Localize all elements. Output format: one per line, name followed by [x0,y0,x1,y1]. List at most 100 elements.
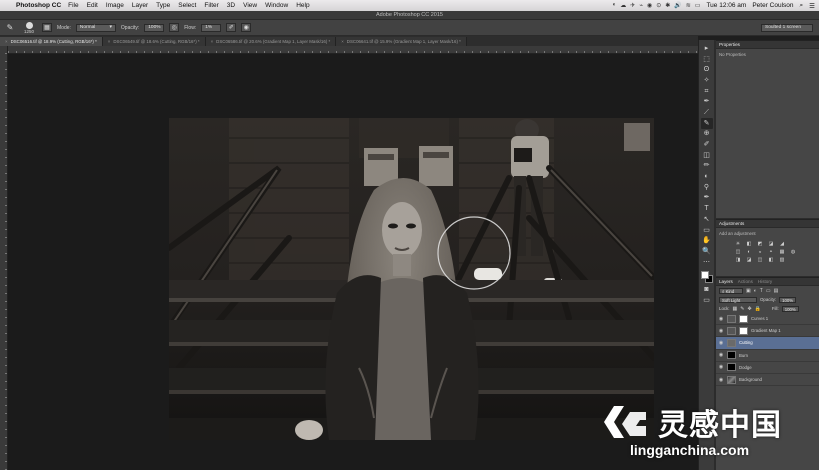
pen-tool-icon[interactable]: ✒ [701,193,713,204]
brush-tool-preset-icon[interactable]: ✎ [4,22,16,33]
layer-row[interactable]: ◉ Background [716,374,819,387]
eye-icon[interactable]: ◉ [718,328,724,334]
hue-saturation-icon[interactable]: ◫ [734,249,742,255]
levels-icon[interactable]: ◧ [745,241,753,247]
eye-icon[interactable]: ◉ [718,377,724,383]
pressure-size-icon[interactable]: ◉ [241,23,252,32]
filter-adjustment-icon[interactable]: ◐ [754,288,757,294]
actions-tab[interactable]: Actions [738,279,753,284]
filter-pixel-icon[interactable]: ▣ [746,288,751,294]
menu-file[interactable]: File [68,2,78,9]
fill-field[interactable]: 100% [781,305,799,312]
blend-mode-select[interactable]: Soft Light [719,296,757,303]
layer-mask-thumbnail[interactable] [739,326,748,335]
opacity-field[interactable]: 100% [144,23,165,32]
filter-type-icon[interactable]: T [760,288,763,294]
clone-stamp-tool-icon[interactable]: ⊕ [701,129,713,140]
history-brush-tool-icon[interactable]: ✐ [701,139,713,150]
layer-row[interactable]: ◉ Burn [716,350,819,362]
layer-row[interactable]: ◉ Curves 1 [716,313,819,326]
bluetooth-icon[interactable]: ✱ [665,2,670,9]
selective-color-icon[interactable]: ▨ [778,257,786,263]
eraser-tool-icon[interactable]: ◫ [701,150,713,161]
posterize-icon[interactable]: ◪ [745,257,753,263]
wifi-icon[interactable]: ≋ [686,2,691,9]
menu-help[interactable]: Help [296,2,309,9]
gradient-map-icon[interactable]: ◧ [767,257,775,263]
layer-mask-thumbnail[interactable] [739,314,748,323]
document-tab-1[interactable]: × DSC06516.tif @ 18.9% (Cutting, RGB/16*)… [0,37,103,46]
black-white-icon[interactable]: ◒ [756,249,764,255]
filter-shape-icon[interactable]: ▭ [766,288,771,294]
eye-icon[interactable]: ◉ [718,340,724,346]
photo-filter-icon[interactable]: ◓ [767,249,775,255]
exposure-icon[interactable]: ◪ [767,241,775,247]
close-tab-icon[interactable]: × [108,39,111,44]
eye-icon[interactable]: ◉ [718,364,724,370]
tray-icon-1[interactable]: ◐ [613,2,617,9]
quick-selection-tool-icon[interactable]: ✧ [701,75,713,86]
layer-opacity-field[interactable]: 100% [779,296,797,303]
invert-icon[interactable]: ◨ [734,257,742,263]
lock-all-icon[interactable]: 🔒 [755,306,761,312]
threshold-icon[interactable]: ◫ [756,257,764,263]
brush-tool-icon[interactable]: ✎ [700,117,713,129]
vibrance-icon[interactable]: ◢ [778,241,786,247]
more-tools-icon[interactable]: ⋯ [701,257,713,268]
brightness-contrast-icon[interactable]: ☀ [734,241,742,247]
menu-edit[interactable]: Edit [87,2,98,9]
menu-layer[interactable]: Layer [132,2,148,9]
document-tab-3[interactable]: × DSC06586.tif @ 20.6% (Gradient Map 1, L… [205,37,337,46]
menu-3d[interactable]: 3D [227,2,235,9]
move-tool-icon[interactable]: ▸ [701,43,713,54]
spotlight-search-icon[interactable]: ⌕ [800,2,804,10]
adjustments-tab[interactable]: Adjustments [719,221,744,226]
menu-image[interactable]: Image [106,2,124,9]
foreground-color-swatch[interactable] [700,271,709,280]
eye-icon[interactable]: ◉ [718,316,724,322]
document-tab-2[interactable]: × DSC06549.tif @ 18.6% (Cutting, RGB/16*)… [102,37,206,46]
zoom-tool-icon[interactable]: 🔍 [701,246,713,257]
channel-mixer-icon[interactable]: ▦ [778,249,786,255]
mode-select[interactable]: Normal ▾ [75,23,116,32]
screen-mode-icon[interactable]: ▭ [701,295,713,306]
gradient-tool-icon[interactable]: ✏ [701,161,713,172]
notification-center-icon[interactable]: ☰ [809,2,815,10]
battery-icon[interactable]: ▭ [695,2,701,9]
dodge-tool-icon[interactable]: ◐ [701,171,713,182]
tray-icon-4[interactable]: ⌁ [639,2,643,9]
rectangle-tool-icon[interactable]: ▭ [701,225,713,236]
close-tab-icon[interactable]: × [211,39,214,44]
lock-pixels-icon[interactable]: ✎ [740,306,744,312]
menu-view[interactable]: View [243,2,257,9]
curves-icon[interactable]: ◩ [756,241,764,247]
menu-select[interactable]: Select [178,2,196,9]
close-tab-icon[interactable]: × [341,39,344,44]
horizontal-ruler[interactable] [8,46,698,54]
color-swatches[interactable] [700,270,714,284]
blur-tool-icon[interactable]: ⚲ [701,182,713,193]
filter-smart-icon[interactable]: ▤ [774,288,779,294]
brush-size-picker[interactable]: 1250 [21,21,37,34]
brush-panel-toggle-icon[interactable]: ▦ [42,23,52,32]
volume-icon[interactable]: 🔊 [674,2,681,9]
healing-brush-tool-icon[interactable]: ⟋ [701,107,713,118]
menu-window[interactable]: Window [265,2,288,9]
color-balance-icon[interactable]: ◐ [745,249,753,255]
quick-mask-icon[interactable]: ◙ [701,284,713,295]
layer-row[interactable]: ◉ Dodge [716,362,819,374]
crop-tool-icon[interactable]: ⌗ [701,86,713,97]
document-tab-4[interactable]: × DSC06641.tif @ 15.9% (Gradient Map 1, L… [336,37,467,46]
canvas-area[interactable] [8,54,698,470]
type-tool-icon[interactable]: T [701,203,713,214]
history-tab[interactable]: History [758,279,772,284]
flow-field[interactable]: 1% [201,23,222,32]
tray-icon-2[interactable]: ☁ [620,2,626,9]
eye-icon[interactable]: ◉ [718,352,724,358]
properties-tab[interactable]: Properties [719,42,740,47]
lock-transparency-icon[interactable]: ▦ [733,306,738,312]
path-selection-tool-icon[interactable]: ↖ [701,214,713,225]
color-lookup-icon[interactable]: ◍ [789,249,797,255]
workspace-switcher[interactable]: Soulted 1 screen [761,24,813,32]
clock[interactable]: Tue 12:06 am [706,2,746,9]
